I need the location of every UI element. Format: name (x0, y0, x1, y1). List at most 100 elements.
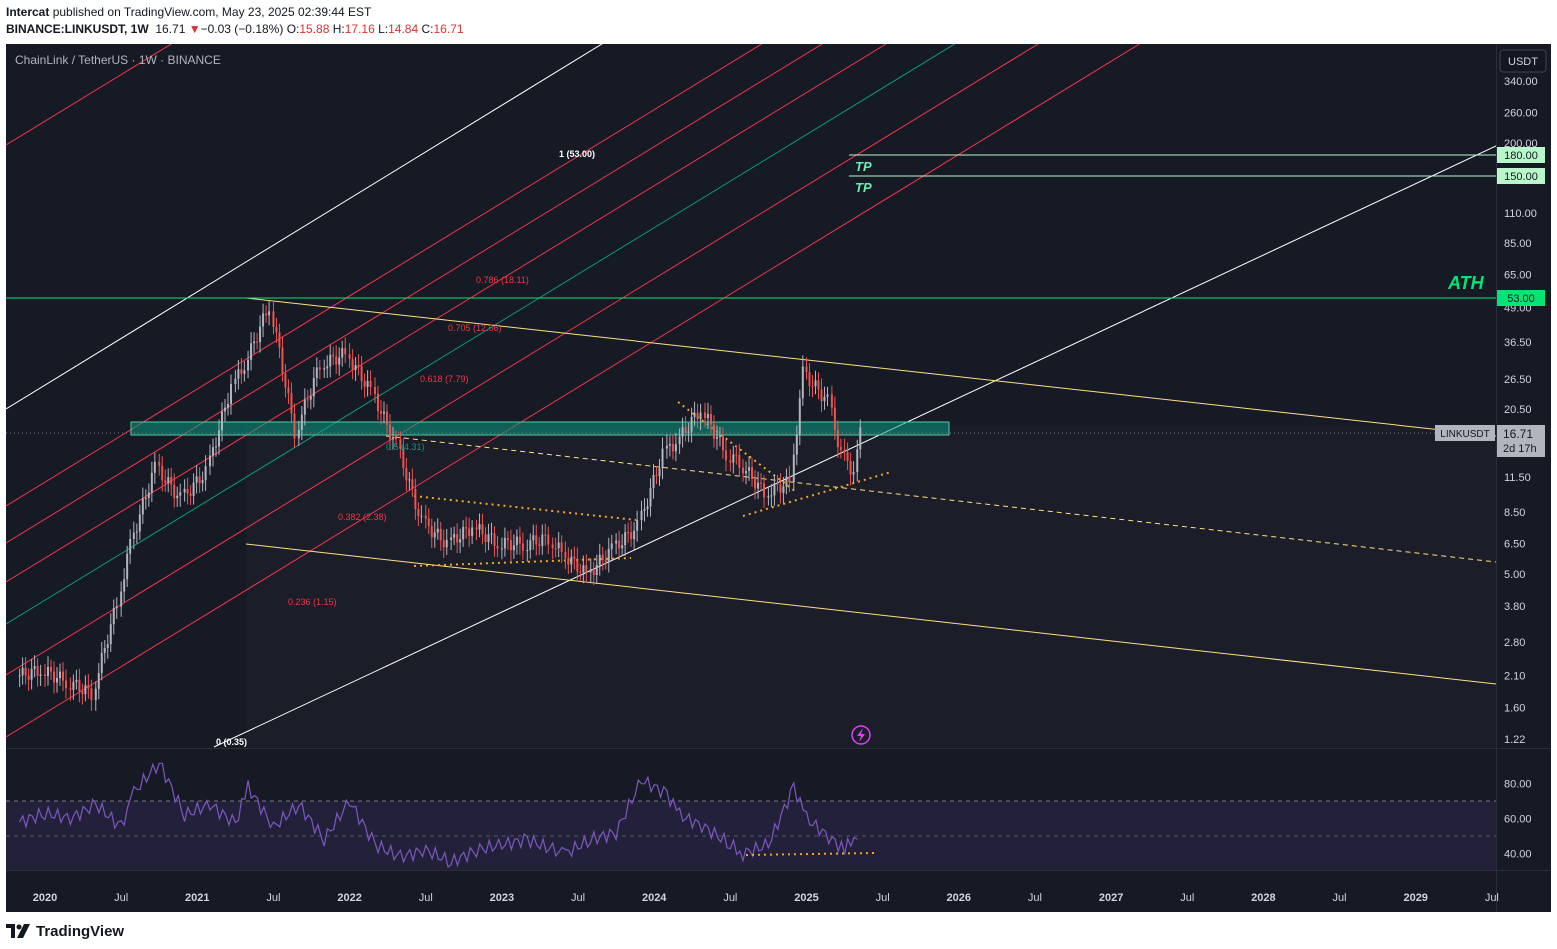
candle-body (84, 685, 87, 695)
candle-body (427, 518, 430, 527)
candle-body (742, 467, 745, 474)
time-tick: Jul (1180, 892, 1194, 904)
candle-body (348, 354, 351, 359)
candle-body (760, 482, 763, 484)
candle-body (204, 466, 207, 481)
close-label: C: (421, 22, 434, 36)
candle-body (801, 366, 804, 399)
candle-body (773, 483, 776, 496)
candle-body (115, 606, 118, 609)
candle-body (859, 427, 862, 450)
time-tick: 2021 (185, 892, 209, 904)
level-tag-text: 180.00 (1504, 150, 1538, 162)
candle-body (630, 532, 633, 540)
candle-body (785, 476, 788, 487)
candle-body (604, 560, 607, 563)
candle-body (53, 671, 55, 683)
candle-body (329, 354, 332, 367)
candle-body (776, 483, 779, 485)
high-value: 17.16 (344, 22, 375, 36)
candle-body (665, 445, 668, 449)
published-text: published on TradingView.com, May 23, 20… (52, 5, 372, 19)
candle-body (532, 535, 535, 541)
candle-body (65, 680, 67, 689)
candle-body (278, 332, 281, 348)
time-tick: Jul (571, 892, 585, 904)
candle-body (417, 509, 420, 516)
candle-body (297, 429, 300, 439)
candle-body (798, 398, 801, 435)
candle-body (515, 536, 518, 546)
candle-body (481, 524, 484, 535)
tradingview-logo-icon (6, 924, 30, 938)
time-tick: 2022 (337, 892, 361, 904)
time-tick: Jul (419, 892, 433, 904)
currency-button[interactable]: USDT (1499, 49, 1547, 73)
candle-body (153, 461, 156, 473)
time-tick: 2027 (1099, 892, 1123, 904)
candle-body (830, 394, 833, 408)
candle-body (615, 540, 618, 544)
candle-body (303, 399, 306, 415)
candle-body (214, 446, 217, 448)
candle-body (529, 540, 532, 550)
symbol-text: BINANCE:LINKUSDT, 1W (6, 22, 149, 36)
candle-body (589, 569, 592, 573)
price-tick: 3.80 (1504, 601, 1525, 613)
rsi-axis[interactable]: 80.00 60.00 40.00 (1504, 779, 1532, 861)
price-tick: 340.00 (1504, 76, 1538, 88)
candle-body (341, 348, 344, 358)
candle-body (198, 476, 201, 484)
candle-body (103, 648, 106, 653)
candle-body (75, 679, 78, 682)
candle-body (601, 554, 604, 561)
time-axis[interactable]: 2020 Jul 2021 Jul 2022 Jul 2023 Jul 2024 Jul 2025 J… (33, 892, 1499, 904)
chart-svg[interactable]: 1 (53.00) 0.786 (18.11) 0.705 (12.66) 0.… (6, 44, 1551, 912)
candle-body (262, 313, 265, 327)
candle-body (430, 526, 433, 538)
candle-body (408, 479, 411, 481)
candle-body (770, 495, 773, 497)
candle-body (50, 667, 52, 672)
price-tick: 36.50 (1504, 337, 1532, 349)
candle-body (456, 534, 459, 543)
candle-body (100, 652, 103, 674)
candle-body (259, 326, 262, 343)
candle-body (610, 543, 613, 549)
candle-body (843, 449, 846, 453)
candle-body (640, 510, 643, 520)
candle-body (500, 548, 503, 550)
candle-body (123, 579, 126, 592)
candle-body (763, 483, 766, 498)
candle-body (281, 347, 284, 374)
price-tick: 2.80 (1504, 637, 1525, 649)
candle-body (284, 373, 287, 388)
candle-body (376, 393, 379, 412)
currency-label[interactable]: USDT (1508, 56, 1538, 68)
level-tag-text: 150.00 (1504, 171, 1538, 183)
low-value: 14.84 (388, 22, 419, 36)
candle-body (557, 542, 560, 549)
candle-body (243, 370, 246, 374)
candle-body (420, 515, 423, 517)
candle-body (90, 688, 93, 701)
candle-body (468, 528, 471, 536)
candle-body (27, 675, 30, 680)
price-tick: 1.60 (1504, 702, 1525, 714)
candle-body (138, 514, 141, 532)
candle-body (318, 367, 321, 370)
candle-body (541, 534, 544, 546)
candle-body (141, 498, 144, 515)
candle-body (147, 492, 150, 498)
candle-body (624, 532, 627, 546)
candle-body (782, 486, 785, 493)
chart-area[interactable]: 1 (53.00) 0.786 (18.11) 0.705 (12.66) 0.… (6, 44, 1551, 912)
fib-label: 0.236 (1.15) (288, 597, 337, 607)
price-tick: 2.10 (1504, 671, 1525, 683)
time-tick: Jul (1028, 892, 1042, 904)
candle-body (715, 436, 718, 439)
candle-body (748, 467, 751, 471)
candle-body (585, 565, 588, 573)
fib-label: 0.786 (18.11) (476, 275, 529, 285)
candle-body (598, 554, 601, 565)
